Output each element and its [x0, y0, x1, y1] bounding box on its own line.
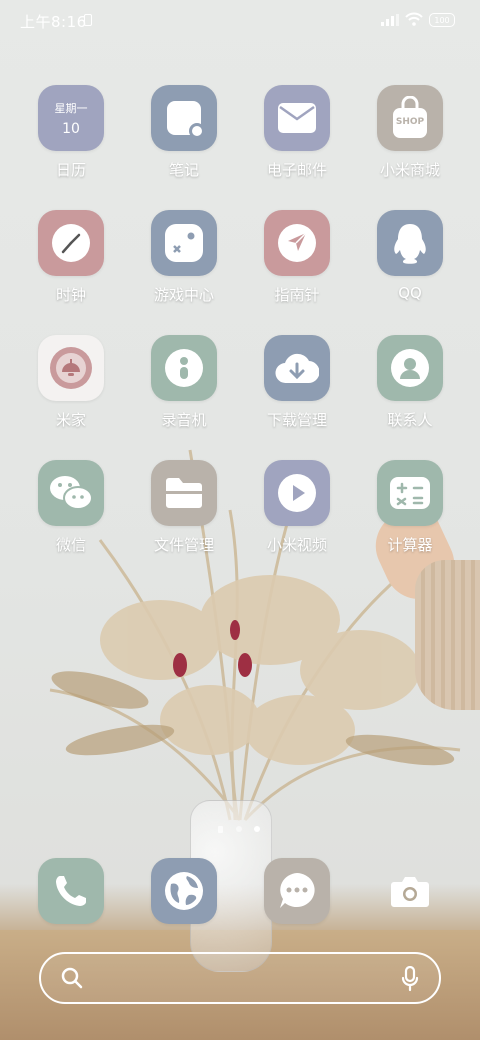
app-label: 小米商城	[379, 161, 440, 179]
search-icon[interactable]	[61, 967, 83, 989]
app-game-center[interactable]: 游戏中心	[134, 210, 234, 305]
app-calendar[interactable]: 星期一 10 日历	[21, 85, 121, 180]
wallpaper-sleeve	[415, 560, 480, 710]
app-email[interactable]: 电子邮件	[247, 85, 347, 180]
phone-icon	[38, 858, 104, 924]
app-label: 电子邮件	[266, 161, 327, 179]
camera-icon	[377, 858, 443, 924]
app-label: 下载管理	[266, 411, 327, 429]
wifi-icon	[405, 12, 423, 26]
clock-icon	[38, 210, 104, 276]
notes-icon	[151, 85, 217, 151]
calendar-icon: 星期一 10	[38, 85, 104, 151]
shop-badge-text: SHOP	[395, 117, 425, 127]
contact-person-icon	[377, 335, 443, 401]
microphone-icon	[151, 335, 217, 401]
page-dot[interactable]	[236, 826, 242, 832]
app-label: 录音机	[161, 411, 207, 429]
app-wechat[interactable]: 微信	[21, 460, 121, 555]
compass-icon	[264, 210, 330, 276]
page-indicator[interactable]	[218, 824, 264, 834]
globe-browser-icon	[151, 858, 217, 924]
cellular-signal-icon	[381, 14, 399, 26]
wechat-icon	[38, 460, 104, 526]
app-label: 笔记	[168, 161, 199, 179]
dock-messages[interactable]	[247, 858, 347, 924]
calendar-day: 10	[62, 121, 80, 137]
dock-phone[interactable]	[21, 858, 121, 924]
app-mi-home[interactable]: 米家	[21, 335, 121, 430]
chat-bubble-icon	[264, 858, 330, 924]
app-label: 联系人	[387, 411, 433, 429]
status-bar: 上午8:16 100	[0, 0, 480, 40]
calculator-icon	[377, 460, 443, 526]
penguin-icon	[377, 210, 443, 276]
app-label: 日历	[55, 161, 86, 179]
shopping-bag-icon: SHOP	[377, 85, 443, 151]
play-video-icon	[264, 460, 330, 526]
battery-level: 100	[434, 15, 450, 25]
cloud-download-icon	[264, 335, 330, 401]
app-clock[interactable]: 时钟	[21, 210, 121, 305]
app-compass[interactable]: 指南针	[247, 210, 347, 305]
gamepad-icon	[151, 210, 217, 276]
app-recorder[interactable]: 录音机	[134, 335, 234, 430]
search-bar[interactable]	[39, 952, 441, 1004]
page-dot-list[interactable]	[218, 826, 223, 833]
app-label: 时钟	[55, 286, 86, 304]
vibrate-icon	[84, 14, 92, 26]
app-label: 文件管理	[153, 536, 214, 554]
page-dot-active[interactable]	[254, 826, 260, 832]
battery-icon: 100	[429, 13, 455, 27]
app-label: 游戏中心	[153, 286, 214, 304]
app-downloads[interactable]: 下载管理	[247, 335, 347, 430]
app-label: 小米视频	[266, 536, 327, 554]
app-label: QQ	[398, 284, 422, 302]
calendar-weekday: 星期一	[54, 102, 88, 115]
folder-icon	[151, 460, 217, 526]
status-time: 上午8:16	[20, 13, 87, 31]
app-contacts[interactable]: 联系人	[360, 335, 460, 430]
app-calculator[interactable]: 计算器	[360, 460, 460, 555]
app-qq[interactable]: QQ	[360, 210, 460, 302]
email-icon	[264, 85, 330, 151]
app-label: 微信	[55, 536, 86, 554]
app-label: 指南针	[274, 286, 320, 304]
mi-home-icon	[38, 335, 104, 401]
dock-camera[interactable]	[360, 858, 460, 924]
app-label: 米家	[55, 411, 86, 429]
dock-browser[interactable]	[134, 858, 234, 924]
app-file-manager[interactable]: 文件管理	[134, 460, 234, 555]
app-label: 计算器	[387, 536, 433, 554]
app-mi-store[interactable]: SHOP 小米商城	[360, 85, 460, 180]
app-notes[interactable]: 笔记	[134, 85, 234, 180]
microphone-voice-icon[interactable]	[401, 966, 419, 992]
app-mi-video[interactable]: 小米视频	[247, 460, 347, 555]
